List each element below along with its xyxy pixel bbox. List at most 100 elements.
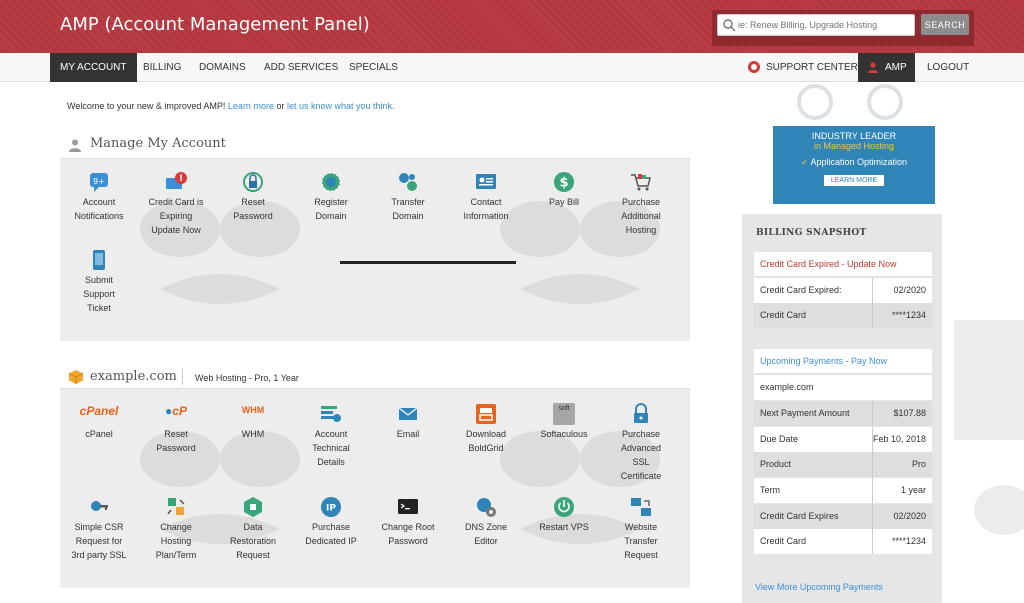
nav-my-account[interactable]: MY ACCOUNT — [50, 53, 137, 82]
dollar-icon: $ — [554, 172, 574, 192]
terminal-icon — [398, 499, 418, 514]
nav-specials[interactable]: SPECIALS — [349, 53, 398, 82]
tile-label: Credit Card is Expiring Update Now — [148, 197, 204, 235]
credit-card-alert-link[interactable]: Credit Card Expired - Update Now — [754, 252, 932, 277]
tile-restart-vps[interactable]: Restart VPS — [525, 496, 603, 534]
notifications-badge-icon: 9+ — [90, 173, 108, 192]
tile-softaculous[interactable]: soft Softaculous — [525, 403, 603, 441]
tile-label: Website Transfer Request — [624, 522, 658, 560]
billing-row: Due Date Feb 10, 2018 — [754, 427, 932, 452]
nav-domains[interactable]: DOMAINS — [199, 53, 246, 82]
tile-transfer-domain[interactable]: Transfer Domain — [369, 171, 447, 223]
promo-feature: ✓ Application Optimization — [800, 157, 908, 167]
tile-contact-information[interactable]: Contact Information — [447, 171, 525, 223]
welcome-text: Welcome to your new & improved AMP! — [67, 101, 226, 111]
upcoming-payments-link[interactable]: Upcoming Payments - Pay Now — [754, 349, 932, 374]
boldgrid-icon — [476, 404, 496, 424]
manage-account-panel: 9+ Account Notifications ! Credit Card is… — [60, 158, 690, 341]
search-button[interactable]: SEARCH — [921, 14, 969, 35]
promo-learn-more-button[interactable]: LEARN MORE — [823, 175, 885, 186]
tile-label: Purchase Additional Hosting — [621, 197, 661, 235]
ip-globe-icon: IP — [321, 497, 341, 517]
search-field[interactable] — [717, 14, 915, 36]
power-icon — [554, 497, 574, 517]
cpanel-logo-icon: cPanel — [79, 404, 119, 418]
user-icon — [868, 62, 878, 73]
tile-dns-zone-editor[interactable]: DNS Zone Editor — [447, 496, 525, 548]
view-more-payments-link[interactable]: View More Upcoming Payments — [755, 582, 883, 592]
upcoming-domain: example.com — [754, 375, 932, 400]
tile-cpanel[interactable]: cPanel cPanel — [60, 403, 138, 441]
tile-label: Contact Information — [463, 197, 509, 221]
mug-decoration-icon — [954, 320, 1024, 535]
tile-label: DNS Zone Editor — [464, 522, 508, 546]
promo-banner[interactable]: INDUSTRY LEADER in Managed Hosting ✓ App… — [773, 126, 935, 204]
nav-amp-label: AMP — [885, 62, 907, 73]
globe-transfer-icon — [399, 173, 417, 191]
dns-gear-icon — [477, 498, 496, 517]
welcome-or: or — [276, 101, 285, 111]
learn-more-link[interactable]: Learn more — [228, 101, 274, 111]
search-input[interactable] — [738, 17, 910, 33]
nav-support-center[interactable]: SUPPORT CENTER — [766, 53, 858, 82]
tile-ssl-certificate[interactable]: Purchase Advanced SSL Certificate — [602, 403, 680, 483]
billing-row: Credit Card Expires 02/2020 — [754, 504, 932, 529]
user-silhouette-icon — [69, 139, 81, 152]
tile-label: Reset Password — [156, 429, 196, 453]
tile-whm[interactable]: WHM WHM — [214, 403, 292, 441]
envelope-icon — [398, 407, 418, 420]
nav-amp[interactable]: AMP — [858, 53, 915, 82]
tile-label: Register Domain — [314, 197, 348, 221]
tile-data-restoration[interactable]: Data Restoration Request — [214, 496, 292, 562]
tile-change-root-password[interactable]: Change Root Password — [369, 496, 447, 548]
tile-website-transfer[interactable]: Website Transfer Request — [602, 496, 680, 562]
check-icon: ✓ — [800, 157, 809, 167]
notifications-badge-text: 9+ — [93, 177, 105, 186]
tile-technical-details[interactable]: Account Technical Details — [292, 403, 370, 469]
lock-reset-icon — [243, 172, 263, 192]
billing-row: Term 1 year — [754, 478, 932, 503]
tile-reset-password[interactable]: Reset Password — [214, 171, 292, 223]
divider — [182, 369, 183, 385]
tile-credit-card-expiring[interactable]: ! Credit Card is Expiring Update Now — [137, 171, 215, 237]
tile-label: Purchase Advanced SSL Certificate — [620, 429, 662, 481]
tile-csr-request[interactable]: Simple CSR Request for 3rd party SSL — [60, 496, 138, 562]
credit-card-expired-row: Credit Card Expired: 02/2020 — [754, 278, 932, 303]
nav-add-services[interactable]: ADD SERVICES — [264, 53, 338, 82]
domain-plan: Web Hosting - Pro, 1 Year — [195, 373, 299, 383]
tile-email[interactable]: Email — [369, 403, 447, 441]
tile-account-notifications[interactable]: 9+ Account Notifications — [60, 171, 138, 223]
billing-row: Next Payment Amount $107.88 — [754, 401, 932, 426]
credit-card-row: Credit Card ****1234 — [754, 303, 932, 328]
nav-billing[interactable]: BILLING — [143, 53, 181, 82]
ip-icon-text: IP — [326, 504, 336, 514]
tile-pay-bill[interactable]: $ Pay Bill — [525, 171, 603, 209]
tile-label: cPanel — [85, 429, 113, 439]
tile-submit-ticket[interactable]: Submit Support Ticket — [60, 249, 138, 315]
billing-row: Credit Card ****1234 — [754, 529, 932, 554]
support-ticket-icon — [93, 250, 105, 270]
billing-row: Product Pro — [754, 452, 932, 477]
tile-label: Change Root Password — [381, 522, 435, 546]
tile-label: Download BoldGrid — [465, 429, 507, 453]
cpanel-reset-icon: ●cP — [165, 404, 187, 418]
app-title: AMP (Account Management Panel) — [60, 14, 370, 35]
tile-dedicated-ip[interactable]: IP Purchase Dedicated IP — [292, 496, 370, 548]
tile-boldgrid[interactable]: Download BoldGrid — [447, 403, 525, 455]
website-transfer-icon — [631, 498, 651, 516]
tile-label: Simple CSR Request for 3rd party SSL — [71, 522, 127, 560]
welcome-message: Welcome to your new & improved AMP! Lear… — [67, 101, 395, 111]
nav-logout[interactable]: LOGOUT — [927, 53, 969, 82]
tile-purchase-hosting[interactable]: Purchase Additional Hosting — [602, 171, 680, 237]
tile-label: Transfer Domain — [391, 197, 425, 221]
tile-label: Reset Password — [233, 197, 273, 221]
tile-register-domain[interactable]: Register Domain — [292, 171, 370, 223]
feedback-link[interactable]: let us know what you think. — [287, 101, 395, 111]
search-bar: SEARCH — [712, 10, 974, 46]
tile-cpanel-reset-password[interactable]: ●cP Reset Password — [137, 403, 215, 455]
tile-label: Restart VPS — [539, 522, 589, 532]
tile-change-plan[interactable]: Change Hosting Plan/Term — [137, 496, 215, 562]
lifebuoy-icon — [748, 61, 760, 73]
tile-label: Softaculous — [540, 429, 588, 439]
promo-subtitle: in Managed Hosting — [813, 141, 895, 151]
